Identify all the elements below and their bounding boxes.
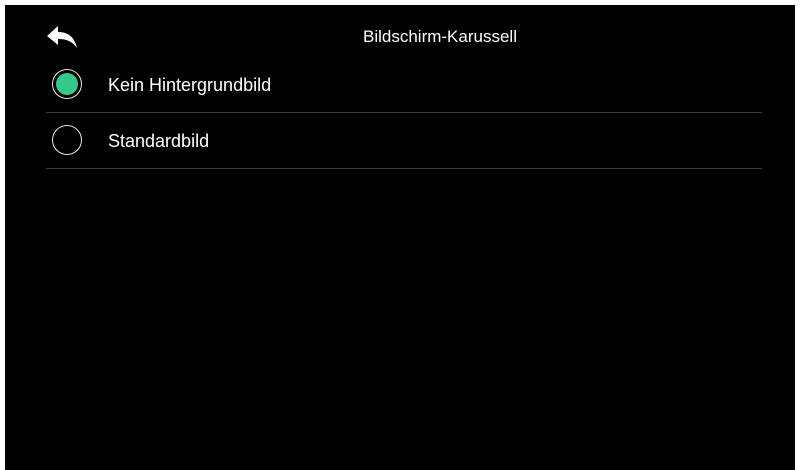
wallpaper-option-list: Kein Hintergrundbild Standardbild [46,57,762,169]
radio-empty-dot [56,129,78,151]
radio-button-unselected[interactable] [52,124,82,155]
screen: Bildschirm-Karussell Kein Hintergrundbil… [5,5,795,470]
radio-selected-dot [56,72,78,95]
option-default-image[interactable]: Standardbild [46,113,762,169]
option-label: Standardbild [108,130,210,151]
radio-button-selected[interactable] [52,68,82,99]
page-title: Bildschirm-Karussell [363,27,517,46]
option-no-wallpaper[interactable]: Kein Hintergrundbild [46,57,762,113]
option-label: Kein Hintergrundbild [108,74,272,95]
